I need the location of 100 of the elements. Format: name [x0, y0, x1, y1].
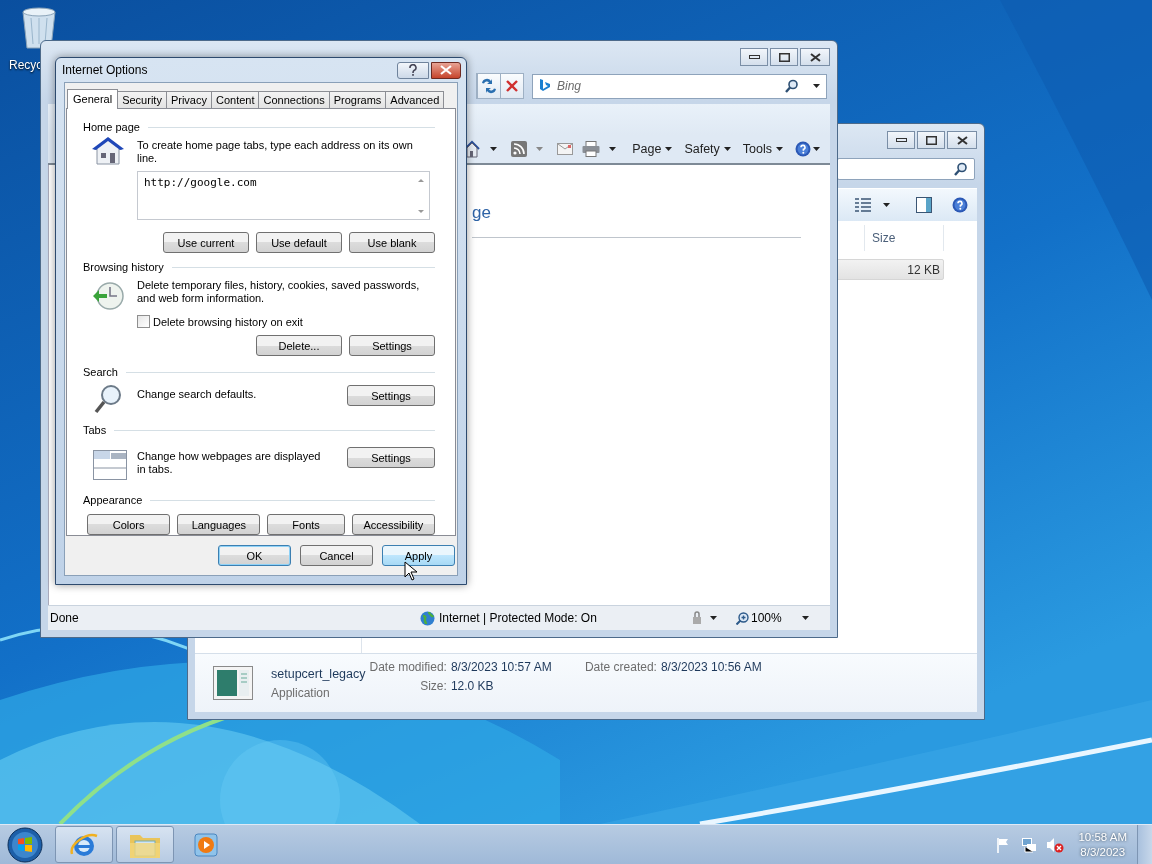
application-icon	[213, 666, 253, 700]
search-field[interactable]: Bing	[532, 73, 827, 99]
magnifier-icon	[93, 384, 123, 416]
caret-icon[interactable]	[490, 147, 498, 151]
tab[interactable]: Privacy	[165, 91, 212, 108]
taskbar-button[interactable]	[55, 826, 113, 863]
minimize-button[interactable]	[740, 48, 768, 66]
dialog-button[interactable]: Use default	[256, 232, 342, 253]
view-list-icon[interactable]	[855, 198, 871, 212]
group-label: Search	[83, 366, 118, 378]
description-text: Change search defaults.	[137, 388, 258, 401]
feed-icon[interactable]	[511, 141, 528, 157]
close-icon	[809, 52, 821, 62]
group-label: Appearance	[83, 494, 143, 506]
field-value: 12.0 KB	[450, 679, 495, 693]
search-field[interactable]	[837, 158, 975, 180]
dialog-button[interactable]: Use blank	[349, 232, 435, 253]
close-button[interactable]	[431, 61, 461, 79]
caret-icon	[776, 147, 783, 151]
media-player-icon	[193, 831, 219, 858]
close-icon	[440, 65, 452, 75]
dialog-button[interactable]: Fonts	[267, 514, 345, 535]
dialog-button[interactable]: Use current	[163, 232, 249, 253]
dialog-button[interactable]: Settings	[347, 385, 435, 406]
help-button[interactable]	[397, 61, 429, 79]
caret-icon[interactable]	[813, 84, 820, 88]
house-icon	[91, 135, 125, 167]
tab[interactable]: Connections	[258, 91, 330, 108]
tab[interactable]: Advanced	[385, 91, 445, 108]
dialog-title: Internet Options	[62, 63, 148, 77]
help-button[interactable]	[795, 141, 820, 157]
dialog-button[interactable]: Colors	[87, 514, 171, 535]
menu-button[interactable]: Tools	[742, 142, 783, 156]
dialog-button[interactable]: Delete...	[256, 335, 342, 356]
tab[interactable]: Programs	[328, 91, 387, 108]
dialog-button[interactable]: Cancel	[300, 545, 373, 566]
column-header[interactable]: Size	[864, 225, 944, 251]
dialog-button[interactable]: Settings	[347, 447, 435, 468]
security-zone: Internet | Protected Mode: On	[439, 611, 597, 625]
caret-icon	[665, 147, 673, 151]
group-label: Home page	[83, 121, 140, 133]
tab[interactable]: Content	[210, 91, 260, 108]
maximize-button[interactable]	[917, 131, 945, 149]
description-text: Change how webpages are displayed in tabs.	[137, 450, 322, 476]
dialog-button[interactable]: Accessibility	[351, 514, 435, 535]
start-orb-icon[interactable]	[5, 824, 45, 864]
dialog-button[interactable]: OK	[218, 545, 291, 566]
status-text: Done	[50, 611, 80, 625]
field-label: Date modified:	[369, 660, 447, 674]
caret-icon	[710, 616, 717, 620]
search-icon	[785, 79, 799, 93]
address-field[interactable]: http://google.com	[137, 171, 430, 220]
tabs-window-icon	[93, 450, 127, 480]
caret-icon	[723, 147, 731, 151]
page-heading: ge	[472, 203, 492, 223]
group-label: Browsing history	[83, 261, 164, 273]
field-value: 8/3/2023 10:57 AM	[450, 660, 553, 674]
globe-icon	[420, 610, 435, 626]
preview-pane-icon[interactable]	[916, 197, 932, 213]
checkbox-label[interactable]: Delete browsing history on exit	[153, 315, 303, 328]
menu-button[interactable]: Page	[632, 142, 673, 156]
minimize-icon	[895, 138, 907, 142]
file-name: setupcert_legacy	[271, 666, 366, 681]
caret-icon[interactable]	[883, 203, 890, 207]
clock-icon	[91, 281, 125, 311]
menu-button[interactable]: Safety	[684, 142, 731, 156]
minimize-button[interactable]	[887, 131, 915, 149]
help-icon	[952, 197, 968, 213]
field-label: Size:	[419, 679, 447, 693]
caret-icon	[813, 147, 820, 151]
maximize-icon	[778, 52, 790, 62]
dialog-button[interactable]: Settings	[349, 335, 435, 356]
close-button[interactable]	[800, 48, 830, 66]
checkbox[interactable]	[137, 315, 150, 328]
close-icon	[956, 135, 968, 145]
caret-icon	[801, 616, 809, 620]
dialog-button[interactable]: Languages	[177, 514, 261, 535]
bing-logo-icon	[539, 78, 551, 94]
tab[interactable]: Security	[117, 91, 167, 108]
minimize-icon	[748, 55, 760, 59]
network-icon[interactable]	[1021, 836, 1038, 853]
field-label: Date created:	[584, 660, 657, 674]
mail-icon[interactable]	[557, 143, 574, 155]
printer-icon[interactable]	[582, 141, 601, 157]
question-mark-icon	[408, 64, 418, 76]
zoom-button[interactable]: 100%	[736, 611, 809, 625]
cursor-icon	[404, 561, 417, 581]
caret-icon[interactable]	[609, 147, 617, 151]
maximize-button[interactable]	[770, 48, 798, 66]
muted-speaker-icon[interactable]	[1046, 836, 1065, 853]
dialog-button[interactable]: Apply	[382, 545, 455, 566]
field-value: 8/3/2023 10:56 AM	[660, 660, 762, 674]
group-label: Tabs	[83, 424, 107, 436]
tab[interactable]: General	[67, 89, 119, 109]
description-text: Delete temporary files, history, cookies, saved passwords, and web form information.	[137, 279, 421, 305]
file-type: Application	[271, 685, 331, 700]
close-button[interactable]	[947, 131, 977, 149]
help-icon	[795, 141, 811, 157]
zoom-icon	[736, 611, 749, 625]
search-icon	[954, 162, 968, 176]
